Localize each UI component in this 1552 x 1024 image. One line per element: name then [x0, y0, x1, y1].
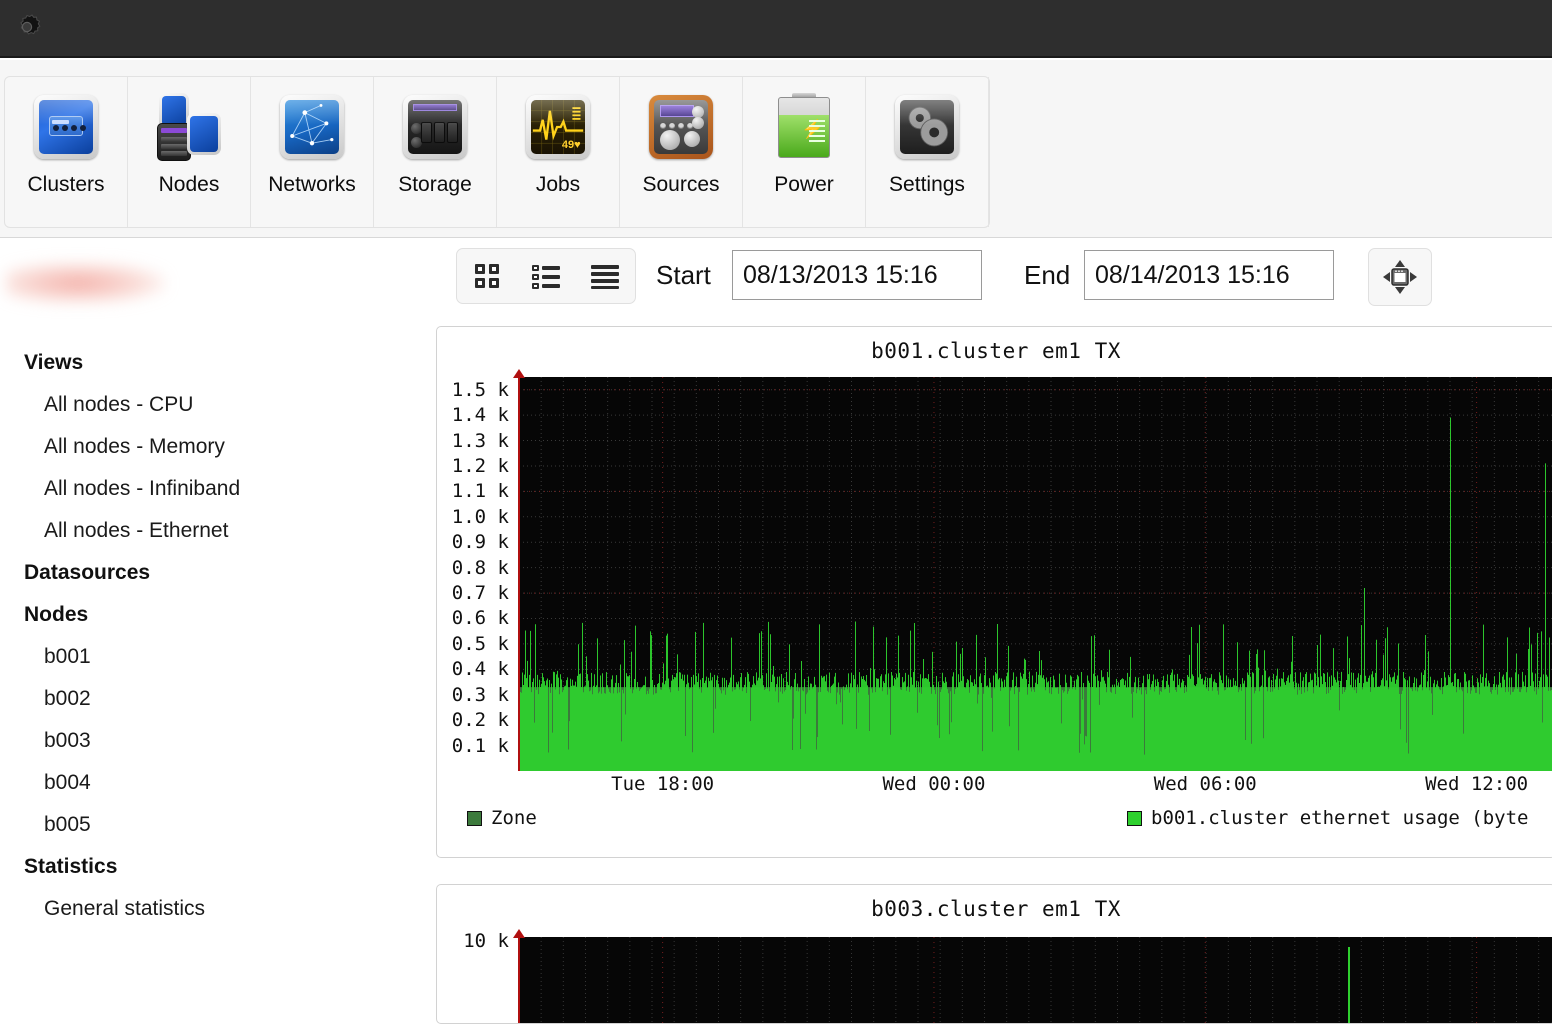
toolbar-label: Storage	[398, 173, 472, 197]
sidebar-item-all-nodes-cpu[interactable]: All nodes - CPU	[0, 384, 430, 426]
legend-item: Zone	[467, 807, 537, 829]
y-tick-label: 0.2 k	[452, 709, 509, 731]
toolbar-item-networks[interactable]: Networks	[251, 77, 374, 227]
settings-icon	[891, 91, 963, 163]
toolbar-label: Jobs	[536, 173, 580, 197]
toolbar-item-sources[interactable]: Sources	[620, 77, 743, 227]
storage-icon	[399, 91, 471, 163]
list-icon[interactable]	[524, 256, 568, 296]
y-tick-label: 0.6 k	[452, 607, 509, 629]
sidebar-item-all-nodes-infiniband[interactable]: All nodes - Infiniband	[0, 468, 430, 510]
jobs-icon: 49♥	[522, 91, 594, 163]
nodes-icon	[153, 91, 225, 163]
toolbar-item-storage[interactable]: Storage	[374, 77, 497, 227]
chart-title: b001.cluster em1 TX	[437, 327, 1552, 363]
x-tick-label: Tue 18:00	[611, 773, 714, 795]
y-tick-label: 1.0 k	[452, 506, 509, 528]
toolbar-label: Nodes	[159, 173, 220, 197]
x-tick-label: Wed 00:00	[882, 773, 985, 795]
y-tick-label: 1.5 k	[452, 379, 509, 401]
grid-icon[interactable]	[465, 256, 509, 296]
y-tick-label: 0.5 k	[452, 633, 509, 655]
y-tick-label: 0.4 k	[452, 658, 509, 680]
legend-swatch	[467, 811, 482, 826]
sidebar-item-b005[interactable]: b005	[0, 804, 430, 846]
chart-panel-b001: b001.cluster em1 TX 1.5 k 1.4 k 1.3 k 1.2 k…	[436, 326, 1552, 858]
y-tick-label: 0.7 k	[452, 582, 509, 604]
sidebar-item-b002[interactable]: b002	[0, 678, 430, 720]
window-title-bar	[0, 0, 1552, 58]
toolbar-item-jobs[interactable]: 49♥ Jobs	[497, 77, 620, 227]
x-axis-labels: Tue 18:00 Wed 00:00 Wed 06:00 Wed 12:00	[519, 773, 1552, 799]
y-tick-label: 1.1 k	[452, 480, 509, 502]
legend-label: b001.cluster ethernet usage (byte	[1151, 807, 1529, 829]
sidebar-item-general-statistics[interactable]: General statistics	[0, 888, 430, 930]
x-tick-label: Wed 12:00	[1425, 773, 1528, 795]
y-tick-label: 10 k	[463, 930, 509, 952]
main-toolbar: Clusters Nodes	[0, 60, 1552, 238]
sidebar-item-all-nodes-memory[interactable]: All nodes - Memory	[0, 426, 430, 468]
legend-item: b001.cluster ethernet usage (byte	[1127, 807, 1529, 829]
y-axis-labels: 10 k	[437, 929, 515, 1023]
resize-move-icon[interactable]	[1368, 248, 1432, 306]
legend-swatch	[1127, 811, 1142, 826]
toolbar-label: Settings	[889, 173, 965, 197]
sidebar-section-statistics: Statistics	[0, 846, 430, 888]
sidebar-item-b001[interactable]: b001	[0, 636, 430, 678]
sidebar-section-views: Views	[0, 342, 430, 384]
toolbar-item-settings[interactable]: Settings	[866, 77, 989, 227]
toolbar-label: Power	[774, 173, 834, 197]
view-mode-group	[456, 248, 636, 304]
sidebar-item-b004[interactable]: b004	[0, 762, 430, 804]
sources-icon	[645, 91, 717, 163]
toolbar-item-nodes[interactable]: Nodes	[128, 77, 251, 227]
plot-area[interactable]	[519, 377, 1552, 771]
gear-icon[interactable]	[6, 8, 48, 50]
plot-area[interactable]	[519, 937, 1552, 1023]
x-tick-label: Wed 06:00	[1154, 773, 1257, 795]
rows-icon[interactable]	[583, 256, 627, 296]
content-area: Views All nodes - CPU All nodes - Memory…	[0, 238, 1552, 996]
toolbar-item-clusters[interactable]: Clusters	[5, 77, 128, 227]
y-tick-label: 0.3 k	[452, 684, 509, 706]
toolbar-label: Clusters	[27, 173, 104, 197]
sidebar-section-nodes: Nodes	[0, 594, 430, 636]
y-tick-label: 1.3 k	[452, 430, 509, 452]
start-label: Start	[656, 260, 711, 291]
toolbar-label: Sources	[642, 173, 719, 197]
y-tick-label: 0.1 k	[452, 735, 509, 757]
start-date-input[interactable]: 08/13/2013 15:16	[732, 250, 982, 300]
sidebar-item-b003[interactable]: b003	[0, 720, 430, 762]
time-range-controls: Start 08/13/2013 15:16 End 08/14/2013 15…	[440, 238, 1552, 314]
y-tick-label: 1.4 k	[452, 404, 509, 426]
toolbar-label: Networks	[268, 173, 356, 197]
end-label: End	[1024, 260, 1070, 291]
clusters-icon	[30, 91, 102, 163]
y-tick-label: 1.2 k	[452, 455, 509, 477]
toolbar-item-power[interactable]: ⚡ Power	[743, 77, 866, 227]
networks-icon	[276, 91, 348, 163]
sidebar-section-datasources: Datasources	[0, 552, 430, 594]
power-icon: ⚡	[768, 91, 840, 163]
y-tick-label: 0.8 k	[452, 557, 509, 579]
chart-title: b003.cluster em1 TX	[437, 885, 1552, 921]
logo-redacted	[6, 262, 166, 304]
legend-label: Zone	[491, 807, 537, 829]
sidebar: Views All nodes - CPU All nodes - Memory…	[0, 238, 430, 996]
sidebar-item-all-nodes-ethernet[interactable]: All nodes - Ethernet	[0, 510, 430, 552]
end-date-input[interactable]: 08/14/2013 15:16	[1084, 250, 1334, 300]
jobs-badge-value: 49	[562, 139, 574, 151]
chart-panel-b003: b003.cluster em1 TX 10 k	[436, 884, 1552, 1024]
y-tick-label: 0.9 k	[452, 531, 509, 553]
